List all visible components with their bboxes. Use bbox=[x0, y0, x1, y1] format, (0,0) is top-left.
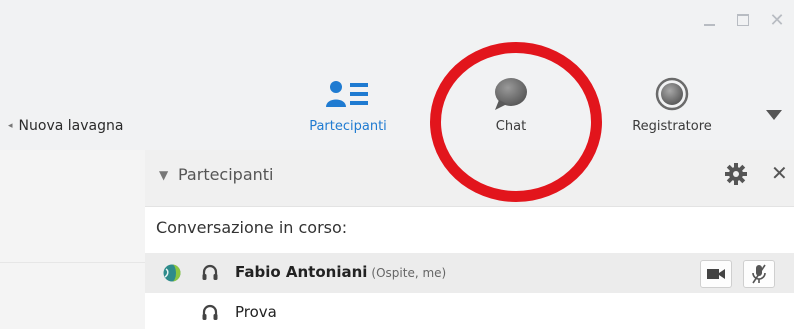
window-controls: ✕ bbox=[692, 6, 794, 34]
minimize-button[interactable] bbox=[692, 8, 726, 32]
chat-label: Chat bbox=[495, 119, 527, 134]
more-dropdown-icon[interactable] bbox=[766, 110, 782, 120]
divider bbox=[0, 262, 145, 263]
chat-bubble-icon bbox=[495, 78, 527, 110]
mute-button[interactable] bbox=[743, 260, 775, 288]
panel-title: Partecipanti bbox=[178, 165, 274, 184]
video-button[interactable] bbox=[700, 260, 732, 288]
participant-row[interactable]: Fabio Antoniani (Ospite, me) bbox=[145, 253, 794, 293]
new-whiteboard-label: Nuova lavagna bbox=[18, 118, 124, 134]
status-globe-icon bbox=[163, 264, 181, 286]
participant-row[interactable]: Prova bbox=[145, 293, 794, 333]
close-panel-icon[interactable]: ✕ bbox=[771, 161, 788, 185]
conversation-label: Conversazione in corso: bbox=[156, 218, 348, 237]
participant-role: (Ospite, me) bbox=[371, 266, 447, 280]
new-whiteboard-button[interactable]: ◂ Nuova lavagna bbox=[8, 118, 123, 134]
video-camera-icon bbox=[707, 269, 725, 279]
collapse-triangle-icon[interactable]: ▼ bbox=[159, 168, 168, 182]
microphone-muted-icon bbox=[752, 264, 766, 284]
close-window-button[interactable]: ✕ bbox=[760, 8, 794, 32]
minimize-icon bbox=[703, 24, 715, 26]
recorder-button[interactable]: Registratore bbox=[622, 75, 722, 145]
chat-button[interactable]: Chat bbox=[466, 75, 556, 145]
participants-icon bbox=[326, 81, 368, 107]
maximize-button[interactable] bbox=[726, 8, 760, 32]
participants-panel-header: ▼ Partecipanti ✕ bbox=[145, 150, 794, 207]
left-panel bbox=[0, 150, 145, 329]
settings-gear-button[interactable] bbox=[725, 163, 747, 189]
record-icon bbox=[655, 77, 689, 111]
participant-name: Fabio Antoniani (Ospite, me) bbox=[235, 263, 447, 281]
participant-name: Prova bbox=[235, 303, 277, 321]
gear-icon bbox=[725, 163, 747, 185]
recorder-label: Registratore bbox=[632, 119, 712, 134]
participants-button[interactable]: Partecipanti bbox=[300, 75, 396, 145]
close-icon: ✕ bbox=[769, 9, 785, 31]
caret-left-icon: ◂ bbox=[8, 121, 13, 131]
headset-icon bbox=[201, 304, 219, 326]
maximize-icon bbox=[737, 14, 749, 26]
participants-label: Partecipanti bbox=[309, 119, 387, 134]
headset-icon bbox=[201, 264, 219, 286]
toolbar: ✕ ◂ Nuova lavagna Partecipanti Chat Regi… bbox=[0, 0, 794, 150]
